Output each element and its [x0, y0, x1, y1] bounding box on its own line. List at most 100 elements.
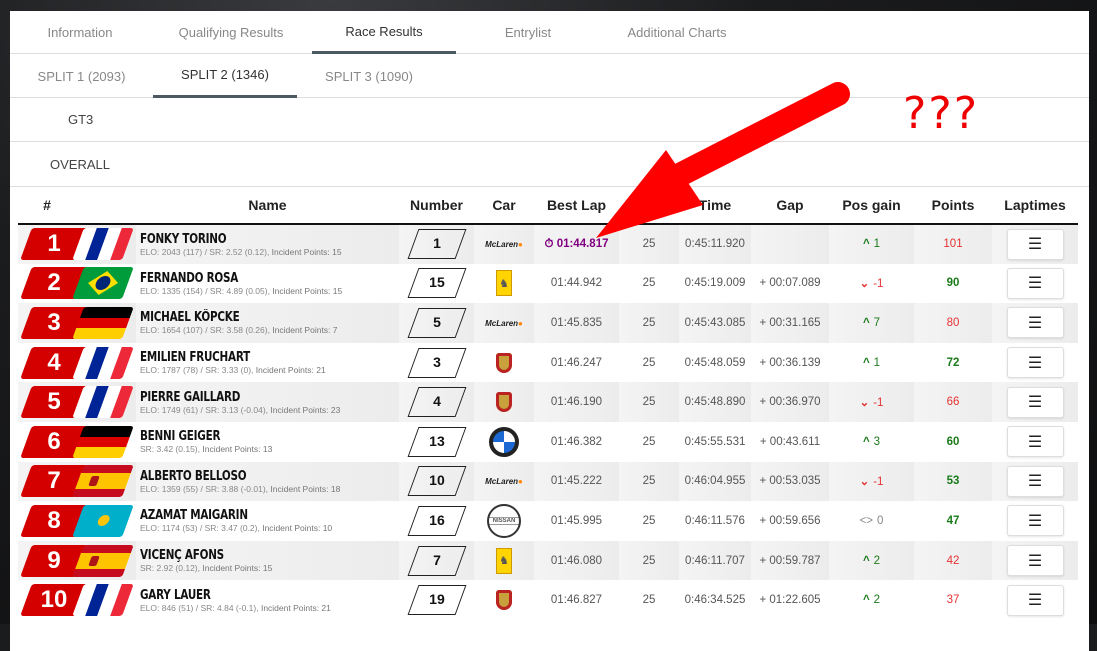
car-number: 1 [432, 235, 441, 252]
laptimes-cell: ☰ [992, 342, 1078, 383]
incident-points: Incident Points: 15 [202, 563, 273, 574]
laptimes-button[interactable]: ☰ [1006, 386, 1064, 418]
total-time: 0:45:55.531 [679, 421, 751, 462]
driver-name[interactable]: PIERRE GAILLARD [140, 390, 347, 405]
list-icon: ☰ [1027, 433, 1043, 451]
tab-split-3[interactable]: SPLIT 3 (1090) [297, 54, 441, 98]
best-lap: 01:46.382 [550, 435, 603, 448]
laptimes-button[interactable]: ☰ [1006, 426, 1064, 458]
best-lap: 01:46.827 [550, 594, 603, 607]
arrow-up-icon: ^ [862, 435, 870, 448]
laptimes-button[interactable]: ☰ [1006, 465, 1064, 497]
incident-points: Incident Points: 15 [272, 285, 343, 296]
driver-name[interactable]: FONKY TORINO [140, 232, 347, 247]
table-row: 9 VICENÇ AFONS SR: 2.92 (0.12), Incident P… [18, 540, 1078, 581]
position-cell: 4 [18, 342, 136, 383]
position-number: 6 [47, 427, 61, 455]
total-time: 0:45:19.009 [679, 263, 751, 304]
car-number-cell: 1 [399, 224, 474, 264]
gap: + 00:07.089 [751, 263, 829, 304]
laptimes-cell: ☰ [992, 540, 1078, 581]
porsche-logo [496, 392, 512, 413]
laptimes-button[interactable]: ☰ [1006, 267, 1064, 299]
total-time: 0:45:11.920 [679, 224, 751, 264]
driver-cell: GARY LAUER ELO: 846 (51) / SR: 4.84 (-0.1… [136, 580, 399, 620]
arrow-down-icon: ⌄ [859, 476, 870, 489]
best-lap: 01:44.817 [556, 237, 609, 250]
driver-stats: SR: 3.42 (0.15), [140, 444, 203, 455]
tab-split-2[interactable]: SPLIT 2 (1346) [153, 54, 297, 98]
arrow-down-icon: ⌄ [859, 397, 870, 410]
col-pos-gain: Pos gain [829, 187, 914, 225]
driver-name[interactable]: BENNI GEIGER [140, 429, 347, 444]
class-filter-overall[interactable]: OVERALL [10, 142, 1089, 187]
gap: + 00:36.139 [751, 342, 829, 383]
position-number: 7 [47, 467, 61, 495]
laptimes-button[interactable]: ☰ [1006, 584, 1064, 616]
pos-gain: 2 [873, 594, 881, 607]
best-lap-cell: 01:46.827 [534, 580, 619, 620]
driver-cell: FERNANDO ROSA ELO: 1335 (154) / SR: 4.89 … [136, 263, 399, 304]
driver-cell: BENNI GEIGER SR: 3.42 (0.15), Incident Po… [136, 421, 399, 462]
car-number-cell: 7 [399, 540, 474, 581]
tab-additional-charts[interactable]: Additional Charts [600, 11, 754, 54]
laps: 25 [619, 540, 679, 581]
table-row: 10 GARY LAUER ELO: 846 (51) / SR: 4.84 (-0… [18, 580, 1078, 620]
laptimes-button[interactable]: ☰ [1006, 228, 1064, 260]
driver-cell: EMILIEN FRUCHART ELO: 1787 (78) / SR: 3.3… [136, 342, 399, 383]
table-row: 7 ALBERTO BELLOSO ELO: 1359 (55) / SR: 3.8… [18, 461, 1078, 502]
driver-name[interactable]: EMILIEN FRUCHART [140, 350, 347, 365]
table-row: 1 FONKY TORINO ELO: 2043 (117) / SR: 2.52 … [18, 224, 1078, 264]
car-number: 19 [428, 591, 445, 608]
list-icon: ☰ [1027, 473, 1043, 491]
position-cell: 1 [18, 224, 136, 264]
laps: 25 [619, 501, 679, 541]
position-number: 5 [47, 388, 61, 416]
driver-stats: ELO: 1359 (55) / SR: 3.88 (-0.01), [140, 483, 271, 494]
driver-name[interactable]: AZAMAT MAIGARIN [140, 508, 347, 523]
list-icon: ☰ [1027, 275, 1043, 293]
laptimes-button[interactable]: ☰ [1006, 505, 1064, 537]
tab-information[interactable]: Information [10, 11, 150, 54]
arrow-up-icon: ^ [862, 316, 870, 329]
main-tabs: Information Qualifying Results Race Resu… [10, 11, 1089, 54]
list-icon: ☰ [1027, 314, 1043, 332]
driver-name[interactable]: VICENÇ AFONS [140, 548, 347, 563]
laptimes-button[interactable]: ☰ [1006, 545, 1064, 577]
list-icon: ☰ [1027, 394, 1043, 412]
driver-stats: SR: 2.92 (0.12), [140, 563, 203, 574]
best-lap: 01:46.247 [550, 356, 603, 369]
driver-stats: ELO: 1174 (53) / SR: 3.47 (0.2), [140, 523, 263, 534]
gap: + 00:36.970 [751, 382, 829, 422]
laps: 25 [619, 263, 679, 304]
tab-split-1[interactable]: SPLIT 1 (2093) [10, 54, 153, 98]
flag-es-icon [72, 544, 134, 577]
table-row: 8 AZAMAT MAIGARIN ELO: 1174 (53) / SR: 3.4… [18, 501, 1078, 541]
position-cell: 8 [18, 501, 136, 541]
best-lap: 01:44.942 [550, 277, 603, 290]
driver-name[interactable]: FERNANDO ROSA [140, 271, 347, 286]
tab-entrylist[interactable]: Entrylist [456, 11, 600, 54]
flag-fr-icon [72, 228, 134, 261]
driver-name[interactable]: GARY LAUER [140, 588, 347, 603]
laptimes-cell: ☰ [992, 501, 1078, 541]
driver-name[interactable]: MICHAEL KÖPCKE [140, 310, 347, 325]
pos-gain-cell: ^ 2 [829, 540, 914, 581]
position-cell: 6 [18, 421, 136, 462]
position-number: 10 [40, 586, 68, 614]
position-cell: 3 [18, 303, 136, 343]
driver-cell: VICENÇ AFONS SR: 2.92 (0.12), Incident Po… [136, 540, 399, 581]
laptimes-button[interactable]: ☰ [1006, 307, 1064, 339]
tab-race-results[interactable]: Race Results [312, 11, 456, 54]
position-number: 1 [47, 230, 61, 258]
pos-gain-cell: <> 0 [829, 501, 914, 541]
driver-cell: AZAMAT MAIGARIN ELO: 1174 (53) / SR: 3.47… [136, 501, 399, 541]
driver-name[interactable]: ALBERTO BELLOSO [140, 469, 347, 484]
laptimes-button[interactable]: ☰ [1006, 347, 1064, 379]
table-row: 6 BENNI GEIGER SR: 3.42 (0.15), Incident P… [18, 421, 1078, 462]
laps: 25 [619, 421, 679, 462]
arrow-up-icon: ^ [862, 238, 870, 251]
tab-qualifying-results[interactable]: Qualifying Results [150, 11, 312, 54]
ferrari-logo: ♞ [496, 547, 512, 574]
car-number: 15 [428, 274, 445, 291]
